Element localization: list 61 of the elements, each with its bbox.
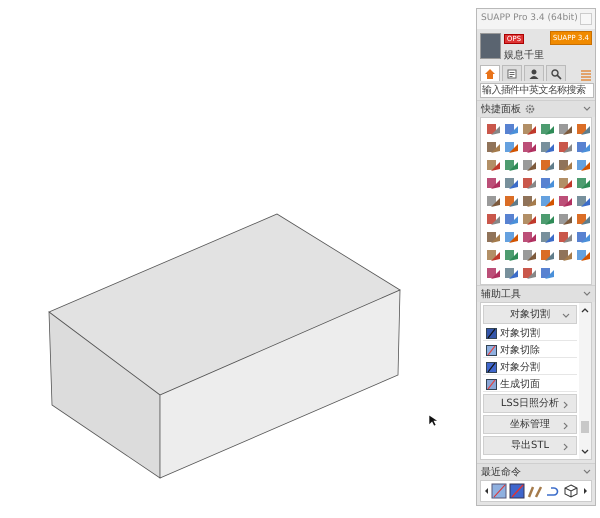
- tool-icon[interactable]: [557, 121, 573, 137]
- cut-tool-icon[interactable]: [486, 362, 497, 372]
- tool-icon[interactable]: [521, 157, 537, 173]
- tool-icon[interactable]: [485, 175, 501, 191]
- tool-icon[interactable]: [557, 193, 573, 209]
- chevron-icon[interactable]: [562, 443, 570, 451]
- scroll-down-icon[interactable]: [581, 449, 589, 455]
- home-icon: [484, 68, 496, 80]
- section-title: 最近命令: [481, 466, 521, 480]
- window-title: SUAPP Pro 3.4 (64bit): [481, 12, 578, 26]
- scrollbar[interactable]: [579, 303, 591, 459]
- tool-icon[interactable]: [521, 211, 537, 227]
- group-button[interactable]: 坐标管理: [483, 415, 577, 434]
- scroll-thumb[interactable]: [581, 421, 589, 433]
- tool-icon[interactable]: [557, 175, 573, 191]
- cursor-icon: [428, 414, 439, 427]
- tool-icon[interactable]: [557, 211, 573, 227]
- tool-icon[interactable]: [521, 121, 537, 137]
- person-icon: [528, 68, 540, 80]
- gear-icon[interactable]: [525, 104, 535, 114]
- group-button[interactable]: 对象切割: [483, 305, 577, 324]
- chevron-icon[interactable]: [583, 468, 591, 476]
- tool-icon[interactable]: [521, 139, 537, 155]
- list-icon[interactable]: [580, 69, 592, 81]
- tool-icon[interactable]: [485, 157, 501, 173]
- tool-icon[interactable]: [485, 193, 501, 209]
- cut-tool-icon[interactable]: [486, 328, 497, 338]
- search-tab[interactable]: [546, 65, 566, 81]
- group-button[interactable]: LSS日照分析: [483, 394, 577, 413]
- scroll-right-icon[interactable]: [583, 487, 588, 495]
- cut-tool-icon[interactable]: [486, 378, 497, 390]
- chevron-icon[interactable]: [583, 105, 591, 113]
- scroll-up-icon[interactable]: [581, 307, 589, 313]
- chevron-icon[interactable]: [562, 401, 570, 409]
- section-title: 快捷面板: [481, 102, 521, 116]
- tool-icon[interactable]: [485, 265, 501, 281]
- scroll-left-icon[interactable]: [484, 487, 489, 495]
- section-title: 辅助工具: [481, 288, 521, 302]
- search-icon: [550, 68, 562, 80]
- home-tab[interactable]: [480, 65, 500, 81]
- tool-icon[interactable]: [491, 483, 507, 499]
- person-tab[interactable]: [524, 65, 544, 81]
- tool-item[interactable]: 对象分割: [500, 360, 540, 374]
- search-field[interactable]: 输入插件中英文名称搜索: [480, 83, 594, 98]
- tool-icon[interactable]: [521, 229, 537, 245]
- chevron-icon[interactable]: [562, 312, 570, 320]
- tool-icon[interactable]: [563, 483, 579, 499]
- user-name: 娱息千里: [504, 50, 544, 61]
- document-tab[interactable]: [502, 65, 522, 81]
- tool-icon[interactable]: [521, 247, 537, 263]
- chevron-icon[interactable]: [562, 422, 570, 430]
- avatar-placeholder: [480, 33, 501, 59]
- chevron-icon[interactable]: [583, 290, 591, 298]
- tool-icon[interactable]: [485, 247, 501, 263]
- tool-item[interactable]: 生成切面: [500, 376, 540, 392]
- group-button[interactable]: 导出STL: [483, 436, 577, 455]
- tool-item[interactable]: 对象切除: [500, 342, 540, 358]
- cut-tool-icon[interactable]: [486, 344, 497, 356]
- tool-item[interactable]: 对象切割: [500, 326, 540, 340]
- tool-icon[interactable]: [509, 483, 525, 499]
- document-icon: [506, 68, 518, 80]
